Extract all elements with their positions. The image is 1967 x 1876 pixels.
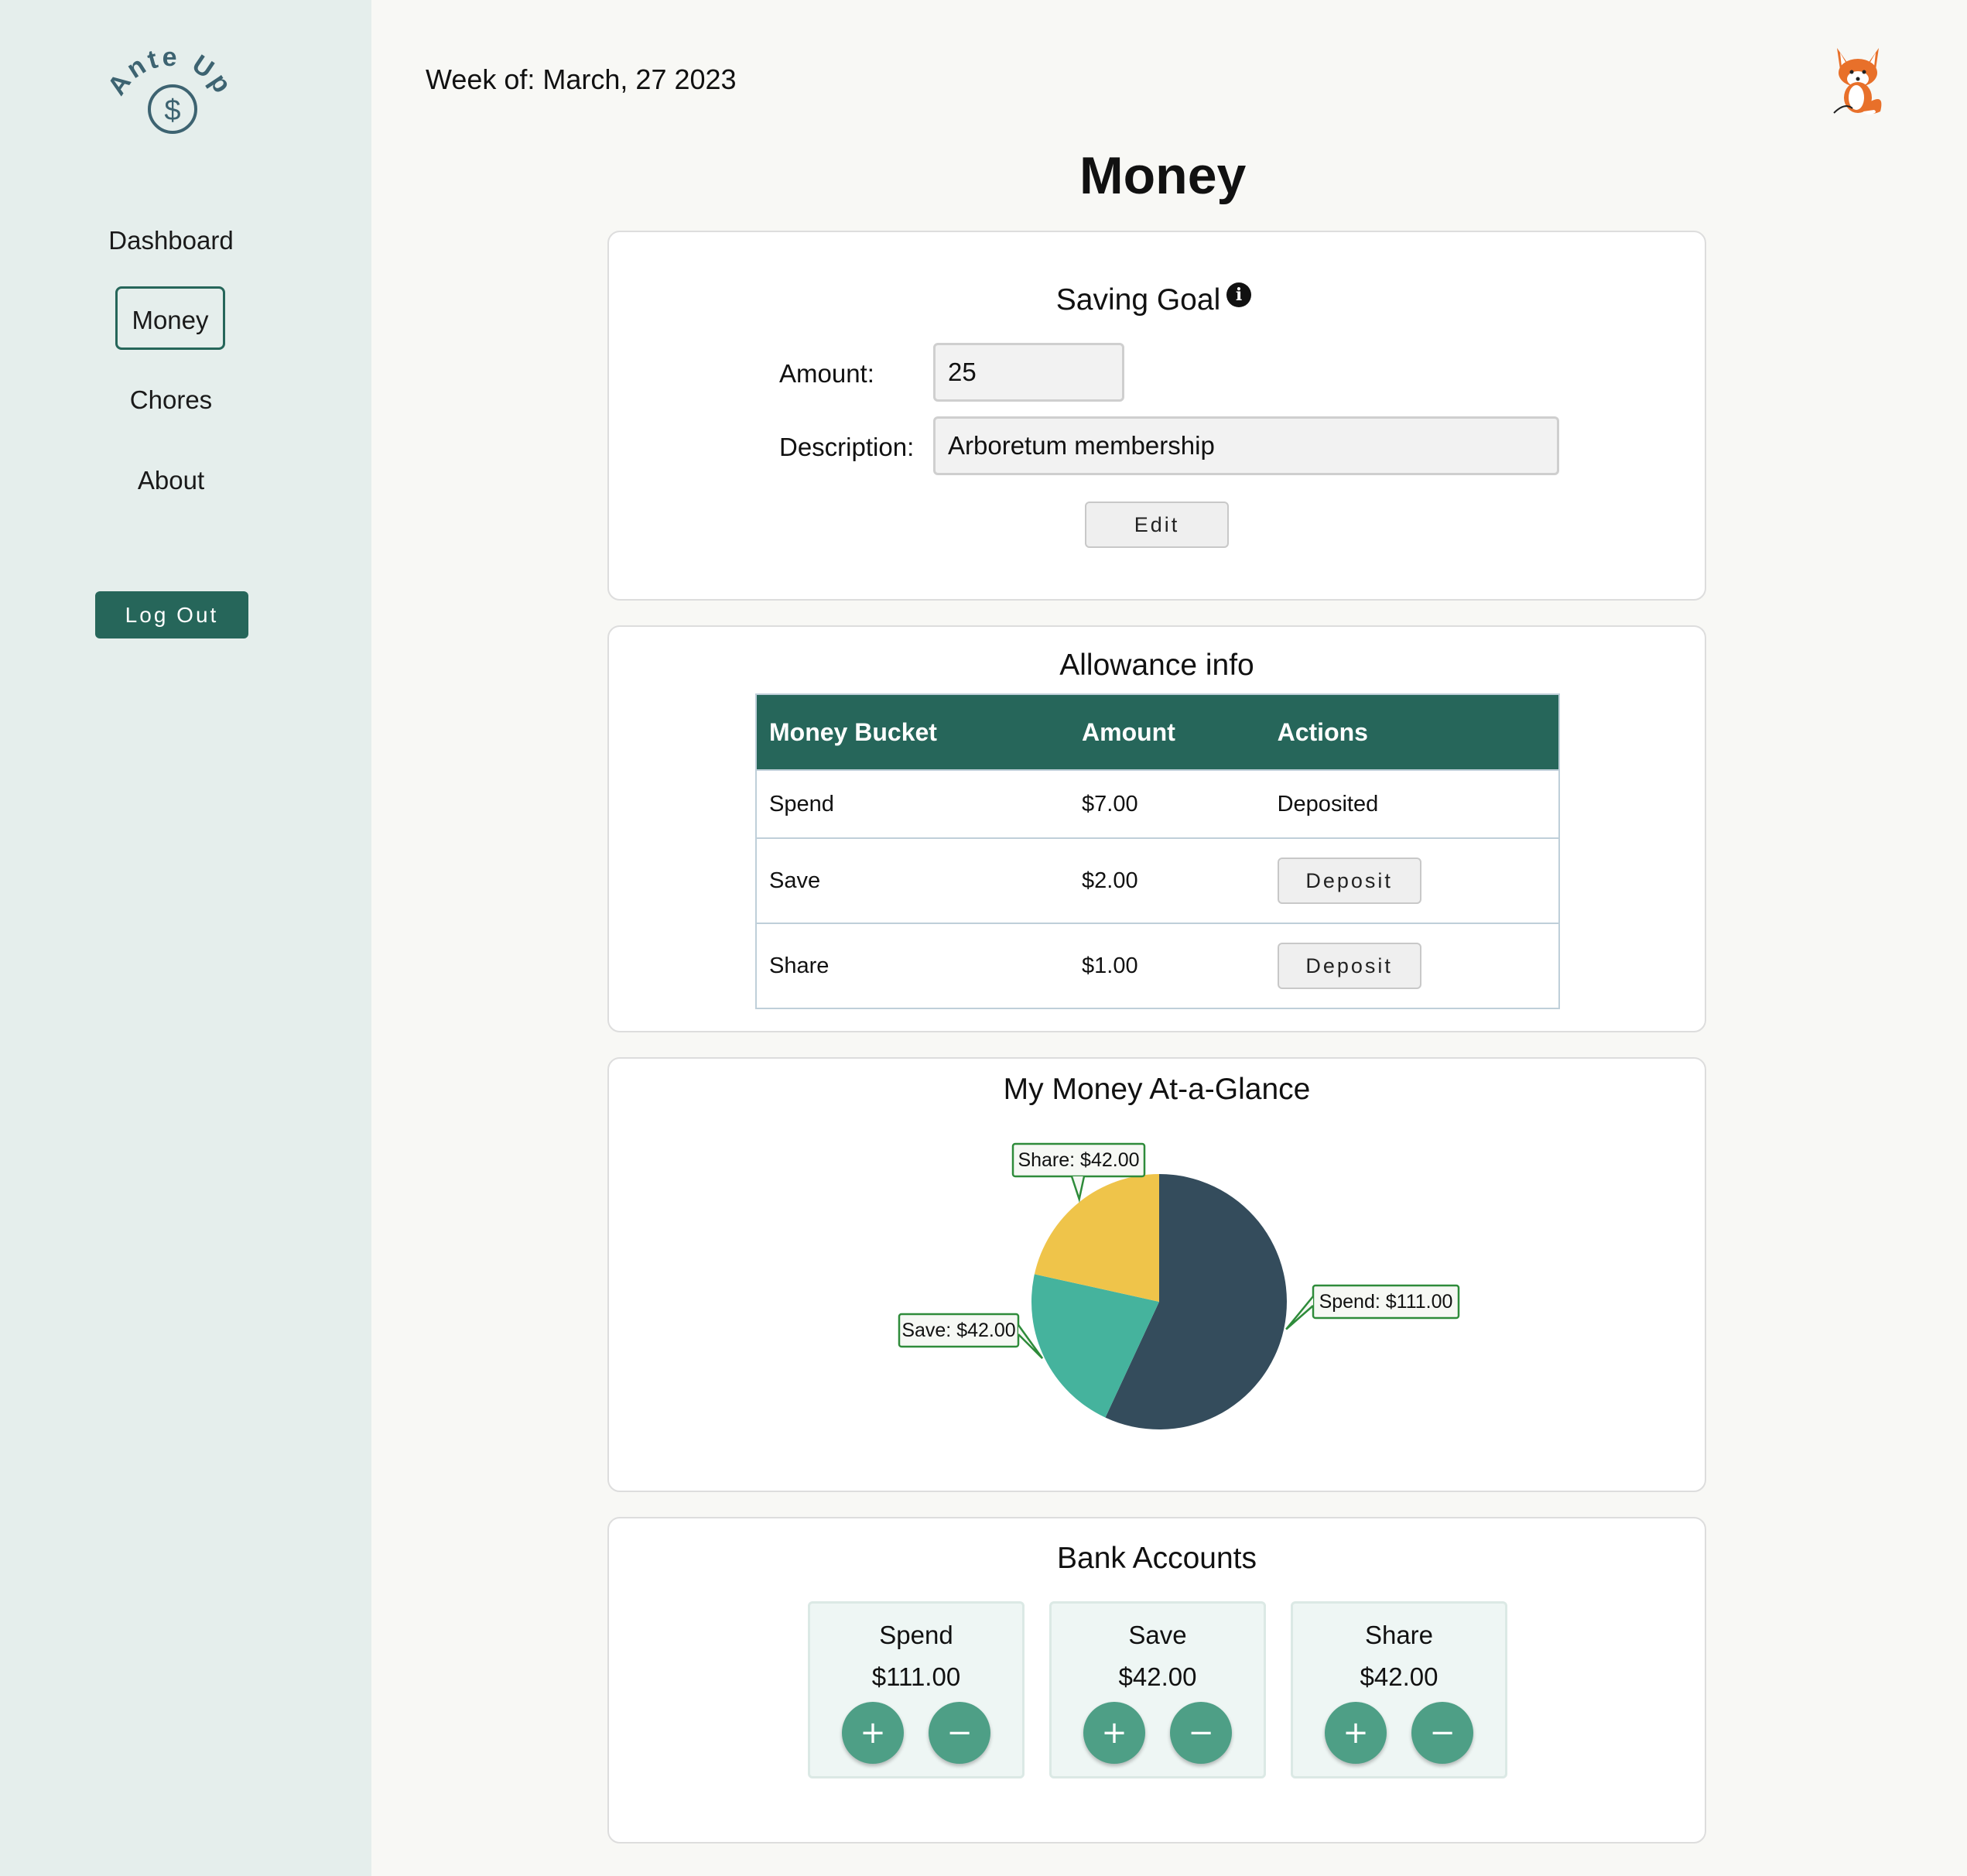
account-balance: $111.00 xyxy=(871,1662,961,1691)
pie-label-spend: Spend: $111.00 xyxy=(1285,1284,1460,1330)
logo-text: Ante Up xyxy=(104,45,235,101)
subtract-share-button[interactable]: − xyxy=(1411,1702,1473,1764)
subtract-spend-button[interactable]: − xyxy=(929,1702,990,1764)
sidebar: Ante Up $ Dashboard Money Chores About L… xyxy=(0,0,371,1876)
column-header-amount: Amount xyxy=(1069,694,1265,770)
amount-cell: $1.00 xyxy=(1069,923,1265,1008)
logo-dollar: $ xyxy=(164,94,180,127)
fox-avatar-icon[interactable] xyxy=(1829,46,1887,116)
table-row: Save $2.00 Deposit xyxy=(756,837,1559,923)
bucket-cell: Save xyxy=(756,837,1070,923)
deposit-save-button[interactable]: Deposit xyxy=(1277,858,1421,904)
sidebar-item-about[interactable]: About xyxy=(0,466,342,495)
table-header-row: Money Bucket Amount Actions xyxy=(756,694,1559,770)
bank-accounts-title: Bank Accounts xyxy=(1057,1542,1257,1575)
account-name: Spend xyxy=(879,1621,953,1649)
account-name: Share xyxy=(1364,1621,1434,1649)
account-balance: $42.00 xyxy=(1360,1662,1438,1691)
table-row: Share $1.00 Deposit xyxy=(756,923,1559,1008)
week-label: Week of: March, 27 2023 xyxy=(426,63,737,95)
amount-input[interactable] xyxy=(933,343,1124,402)
subtract-save-button[interactable]: − xyxy=(1170,1702,1232,1764)
column-header-actions: Actions xyxy=(1264,694,1559,770)
allowance-table: Money Bucket Amount Actions Spend $7.00 … xyxy=(755,693,1560,1009)
svg-text:Ante Up: Ante Up xyxy=(104,45,236,101)
account-card-share: Share $42.00 + − xyxy=(1291,1601,1507,1778)
add-spend-button[interactable]: + xyxy=(842,1702,904,1764)
pie-label-text: Spend: $111.00 xyxy=(1319,1291,1453,1313)
description-input[interactable] xyxy=(933,416,1559,475)
sidebar-item-money[interactable]: Money xyxy=(115,286,225,350)
account-balance: $42.00 xyxy=(1118,1662,1197,1691)
account-name: Save xyxy=(1128,1621,1187,1649)
pie-label-text: Share: $42.00 xyxy=(1018,1149,1139,1171)
edit-button[interactable]: Edit xyxy=(1085,502,1229,548)
add-share-button[interactable]: + xyxy=(1325,1702,1387,1764)
action-cell: Deposit xyxy=(1264,837,1559,923)
bucket-cell: Share xyxy=(756,923,1070,1008)
allowance-title: Allowance info xyxy=(1059,649,1254,682)
info-icon[interactable]: i xyxy=(1226,282,1251,307)
log-out-button[interactable]: Log Out xyxy=(95,591,248,638)
account-card-spend: Spend $111.00 + − xyxy=(808,1601,1025,1778)
money-pie-chart: Spend: $111.00 Save: $42.00 Share: $42.00 xyxy=(898,1142,1460,1429)
amount-cell: $7.00 xyxy=(1069,769,1265,838)
ante-up-logo[interactable]: Ante Up $ xyxy=(104,45,236,145)
deposited-status: Deposited xyxy=(1264,769,1559,838)
saving-goal-title: Saving Goal xyxy=(1055,283,1221,317)
sidebar-item-chores[interactable]: Chores xyxy=(0,385,342,415)
description-label: Description: xyxy=(779,433,915,461)
table-row: Spend $7.00 Deposited xyxy=(756,769,1559,838)
amount-label: Amount: xyxy=(779,359,874,388)
column-header-money-bucket: Money Bucket xyxy=(756,694,1070,770)
page-title: Money xyxy=(1079,146,1247,205)
deposit-share-button[interactable]: Deposit xyxy=(1277,943,1421,989)
bucket-cell: Spend xyxy=(756,769,1070,838)
add-save-button[interactable]: + xyxy=(1083,1702,1145,1764)
amount-cell: $2.00 xyxy=(1069,837,1265,923)
account-card-save: Save $42.00 + − xyxy=(1049,1601,1266,1778)
money-glance-card: My Money At-a-Glance Spend: $111.00 Save:… xyxy=(607,1057,1706,1492)
pie-label-text: Save: $42.00 xyxy=(901,1320,1015,1341)
action-cell: Deposit xyxy=(1264,923,1559,1008)
sidebar-item-dashboard[interactable]: Dashboard xyxy=(0,226,342,255)
pie-label-save: Save: $42.00 xyxy=(898,1313,1044,1360)
